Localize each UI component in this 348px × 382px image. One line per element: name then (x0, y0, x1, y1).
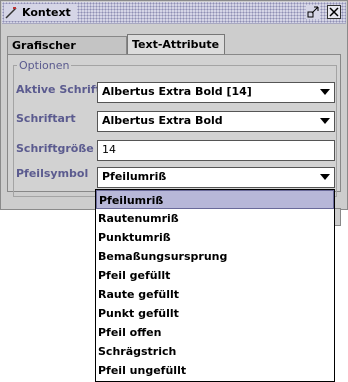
chevron-down-icon (320, 174, 330, 180)
active-font-label: Aktive Schrift (16, 83, 101, 96)
tab-text-attribute[interactable]: Text-Attribute (127, 34, 225, 54)
active-font-value: Albertus Extra Bold [14] (102, 85, 252, 98)
close-button[interactable] (327, 5, 341, 19)
window-title: Kontext (22, 6, 71, 19)
arrow-symbol-combo[interactable]: Pfeilumriß (97, 167, 335, 188)
font-combo[interactable]: Albertus Extra Bold (97, 111, 335, 132)
font-value: Albertus Extra Bold (102, 114, 223, 127)
undock-button[interactable] (306, 5, 320, 19)
dropdown-option[interactable]: Pfeil offen (96, 323, 334, 342)
pen-icon (5, 6, 17, 19)
dropdown-option[interactable]: Pfeil ungefüllt (96, 361, 334, 380)
group-legend: Optionen (17, 59, 72, 72)
font-label: Schriftart (16, 112, 76, 125)
dropdown-option[interactable]: Schrägstrich (96, 342, 334, 361)
dropdown-option[interactable]: Pfeilumriß (96, 190, 334, 209)
title-bar[interactable]: Kontext (2, 2, 346, 24)
close-icon (329, 7, 339, 17)
dropdown-option[interactable]: Punktumriß (96, 228, 334, 247)
font-size-value: 14 (102, 143, 116, 156)
kontext-panel: Kontext Grafischer Kontext Text-Attribut… (0, 0, 348, 210)
undock-icon (307, 6, 319, 18)
chevron-down-icon (320, 118, 330, 124)
arrow-symbol-label: Pfeilsymbol (16, 167, 89, 180)
dropdown-option[interactable]: Rautenumriß (96, 209, 334, 228)
font-size-label: Schriftgröße (16, 142, 94, 155)
chevron-down-icon (320, 89, 330, 95)
arrow-symbol-value: Pfeilumriß (102, 170, 167, 183)
title-area: Kontext (4, 4, 77, 21)
arrow-symbol-dropdown-list: Pfeilumriß Rautenumriß Punktumriß Bemaßungs… (95, 189, 335, 382)
active-font-combo[interactable]: Albertus Extra Bold [14] (97, 82, 335, 103)
dropdown-option[interactable]: Punkt gefüllt (96, 304, 334, 323)
dropdown-option[interactable]: Bemaßungsursprung (96, 247, 334, 266)
dropdown-option[interactable]: Raute gefüllt (96, 285, 334, 304)
tab-grafischer-kontext[interactable]: Grafischer Kontext (7, 36, 127, 69)
font-size-field[interactable]: 14 (97, 140, 335, 161)
dropdown-option[interactable]: Pfeil gefüllt (96, 266, 334, 285)
